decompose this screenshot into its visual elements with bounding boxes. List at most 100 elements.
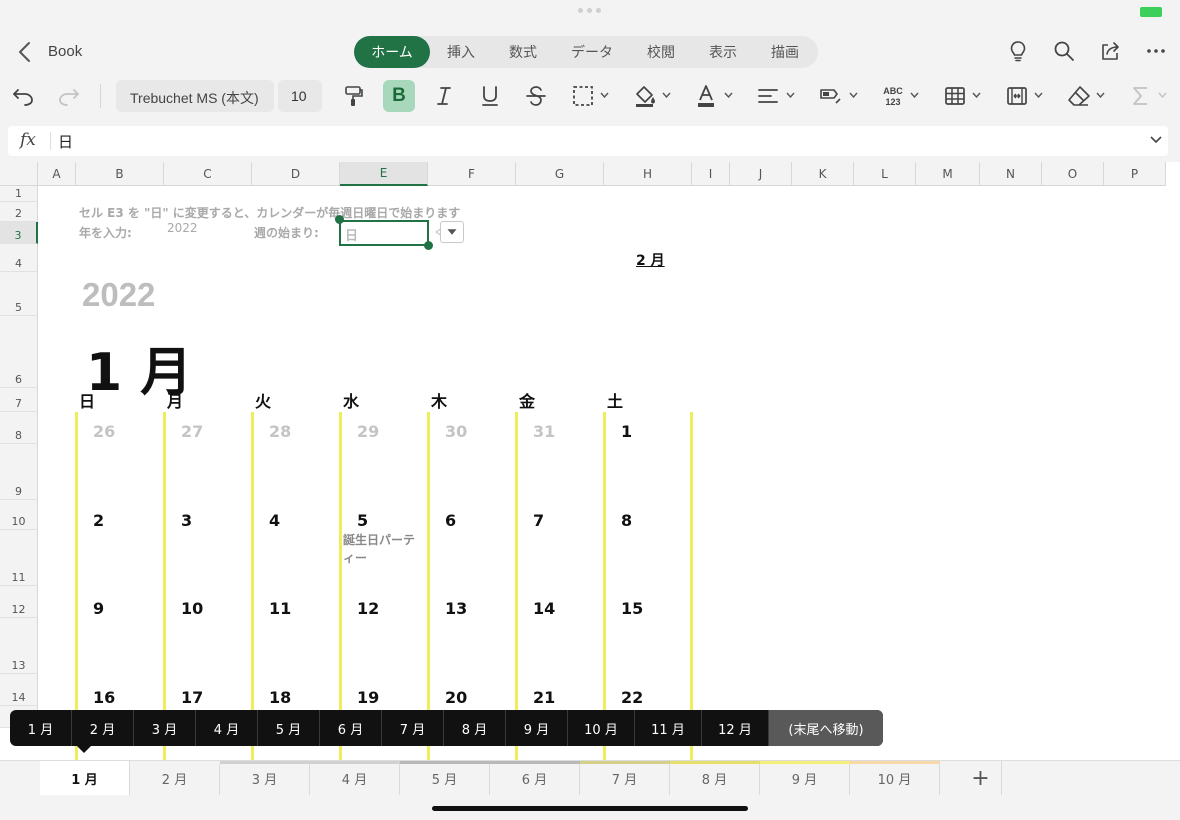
strikethrough-icon[interactable] xyxy=(523,84,549,108)
expand-formula-chevron-icon[interactable] xyxy=(1150,136,1162,144)
row-header-1[interactable]: 1 xyxy=(0,186,38,202)
row-header-14[interactable]: 14 xyxy=(0,674,38,706)
month-nav-item[interactable]: 4 月 xyxy=(196,710,258,746)
tab-review[interactable]: 校閲 xyxy=(630,36,692,68)
column-header-j[interactable]: J xyxy=(730,162,792,186)
number-format-chevron-icon[interactable] xyxy=(910,92,919,98)
tab-draw[interactable]: 描画 xyxy=(754,36,816,68)
eraser-chevron-icon[interactable] xyxy=(1096,92,1105,98)
calendar-day[interactable]: 26 xyxy=(93,422,115,441)
selection-handle-bottom[interactable] xyxy=(424,241,433,250)
cell-size-chevron-icon[interactable] xyxy=(1034,92,1043,98)
calendar-day[interactable]: 1 xyxy=(621,422,632,441)
font-name-field[interactable]: Trebuchet MS (本文) xyxy=(116,80,274,112)
sheet-tab[interactable]: 5 月 xyxy=(400,761,490,795)
column-header-g[interactable]: G xyxy=(516,162,604,186)
calendar-day[interactable]: 2 xyxy=(93,511,104,530)
sheet-tab[interactable]: 8 月 xyxy=(670,761,760,795)
document-title[interactable]: Book xyxy=(48,43,82,60)
tab-home[interactable]: ホーム xyxy=(354,36,430,68)
column-header-a[interactable]: A xyxy=(38,162,76,186)
calendar-day[interactable]: 3 xyxy=(181,511,192,530)
autosum-icon[interactable] xyxy=(1128,84,1154,108)
eraser-icon[interactable] xyxy=(1066,84,1092,108)
column-header-h[interactable]: H xyxy=(604,162,692,186)
fx-label[interactable]: fx xyxy=(20,130,36,150)
column-header-c[interactable]: C xyxy=(164,162,252,186)
calendar-day[interactable]: 13 xyxy=(445,599,467,618)
multitasking-dots[interactable] xyxy=(578,8,602,14)
format-painter-icon[interactable] xyxy=(340,84,366,108)
month-nav-item[interactable]: 7 月 xyxy=(382,710,444,746)
column-header-m[interactable]: M xyxy=(916,162,980,186)
calendar-day[interactable]: 8 xyxy=(621,511,632,530)
select-all-corner[interactable] xyxy=(0,162,38,186)
row-header-4[interactable]: 4 xyxy=(0,244,38,272)
calendar-day[interactable]: 12 xyxy=(357,599,379,618)
home-indicator[interactable] xyxy=(432,806,748,811)
month-nav-item[interactable]: 8 月 xyxy=(444,710,506,746)
column-header-e[interactable]: E xyxy=(340,162,428,186)
sheet-tab[interactable]: 2 月 xyxy=(130,761,220,795)
sheet-tab[interactable]: 1 月 xyxy=(40,761,130,795)
tab-view[interactable]: 表示 xyxy=(692,36,754,68)
row-header-11[interactable]: 11 xyxy=(0,530,38,586)
calendar-day[interactable]: 31 xyxy=(533,422,555,441)
sheet-tab[interactable]: 9 月 xyxy=(760,761,850,795)
table-chevron-icon[interactable] xyxy=(972,92,981,98)
next-month-link[interactable]: 2 月 xyxy=(636,250,665,270)
column-header-f[interactable]: F xyxy=(428,162,516,186)
column-header-p[interactable]: P xyxy=(1104,162,1166,186)
calendar-day[interactable]: 15 xyxy=(621,599,643,618)
month-nav-item[interactable]: 11 月 xyxy=(635,710,702,746)
column-header-k[interactable]: K xyxy=(792,162,854,186)
sheet-tab[interactable]: 3 月 xyxy=(220,761,310,795)
tab-insert[interactable]: 挿入 xyxy=(430,36,492,68)
calendar-day[interactable]: 9 xyxy=(93,599,104,618)
calendar-day[interactable]: 28 xyxy=(269,422,291,441)
column-header-i[interactable]: I xyxy=(692,162,730,186)
number-format-icon[interactable]: ABC123 xyxy=(878,84,908,108)
month-nav-item[interactable]: 2 月 xyxy=(72,710,134,746)
calendar-day[interactable]: 20 xyxy=(445,688,467,707)
tab-data[interactable]: データ xyxy=(554,36,630,68)
bold-button[interactable]: B xyxy=(383,80,415,112)
search-icon[interactable] xyxy=(1053,40,1075,62)
sheet-tab[interactable]: 10 月 xyxy=(850,761,940,795)
calendar-day[interactable]: 14 xyxy=(533,599,555,618)
row-header-7[interactable]: 7 xyxy=(0,388,38,412)
month-nav-end-button[interactable]: (末尾へ移動) xyxy=(769,710,883,746)
column-header-n[interactable]: N xyxy=(980,162,1042,186)
calendar-day[interactable]: 7 xyxy=(533,511,544,530)
formula-bar[interactable]: fx 日 xyxy=(8,126,1168,156)
calendar-day[interactable]: 19 xyxy=(357,688,379,707)
month-nav-item[interactable]: 3 月 xyxy=(134,710,196,746)
underline-icon[interactable] xyxy=(477,84,503,108)
align-icon[interactable] xyxy=(755,84,781,108)
sheet-tab[interactable]: 6 月 xyxy=(490,761,580,795)
row-header-3[interactable]: 3 xyxy=(0,222,38,244)
autosum-chevron-icon[interactable] xyxy=(1158,92,1167,98)
tab-formulas[interactable]: 数式 xyxy=(492,36,554,68)
more-icon[interactable] xyxy=(1145,40,1167,62)
worksheet[interactable]: ABCDEFGHIJKLMNOP 123456789101112131415 セ… xyxy=(0,162,1180,760)
table-icon[interactable] xyxy=(942,84,968,108)
sheet-tab[interactable]: 4 月 xyxy=(310,761,400,795)
week-start-cell[interactable]: 日 xyxy=(339,220,429,246)
borders-chevron-icon[interactable] xyxy=(600,92,609,98)
undo-icon[interactable] xyxy=(10,84,36,108)
fill-color-icon[interactable] xyxy=(632,84,658,108)
row-header-12[interactable]: 12 xyxy=(0,586,38,618)
row-header-2[interactable]: 2 xyxy=(0,202,38,222)
row-header-13[interactable]: 13 xyxy=(0,618,38,674)
font-size-field[interactable]: 10 xyxy=(278,80,322,112)
calendar-day[interactable]: 18 xyxy=(269,688,291,707)
share-icon[interactable] xyxy=(1099,40,1121,62)
calendar-day[interactable]: 27 xyxy=(181,422,203,441)
calendar-day[interactable]: 4 xyxy=(269,511,280,530)
month-nav-item[interactable]: 10 月 xyxy=(568,710,635,746)
calendar-day[interactable]: 17 xyxy=(181,688,203,707)
column-header-b[interactable]: B xyxy=(76,162,164,186)
add-sheet-button[interactable]: + xyxy=(960,761,1002,795)
font-color-icon[interactable] xyxy=(693,84,719,108)
